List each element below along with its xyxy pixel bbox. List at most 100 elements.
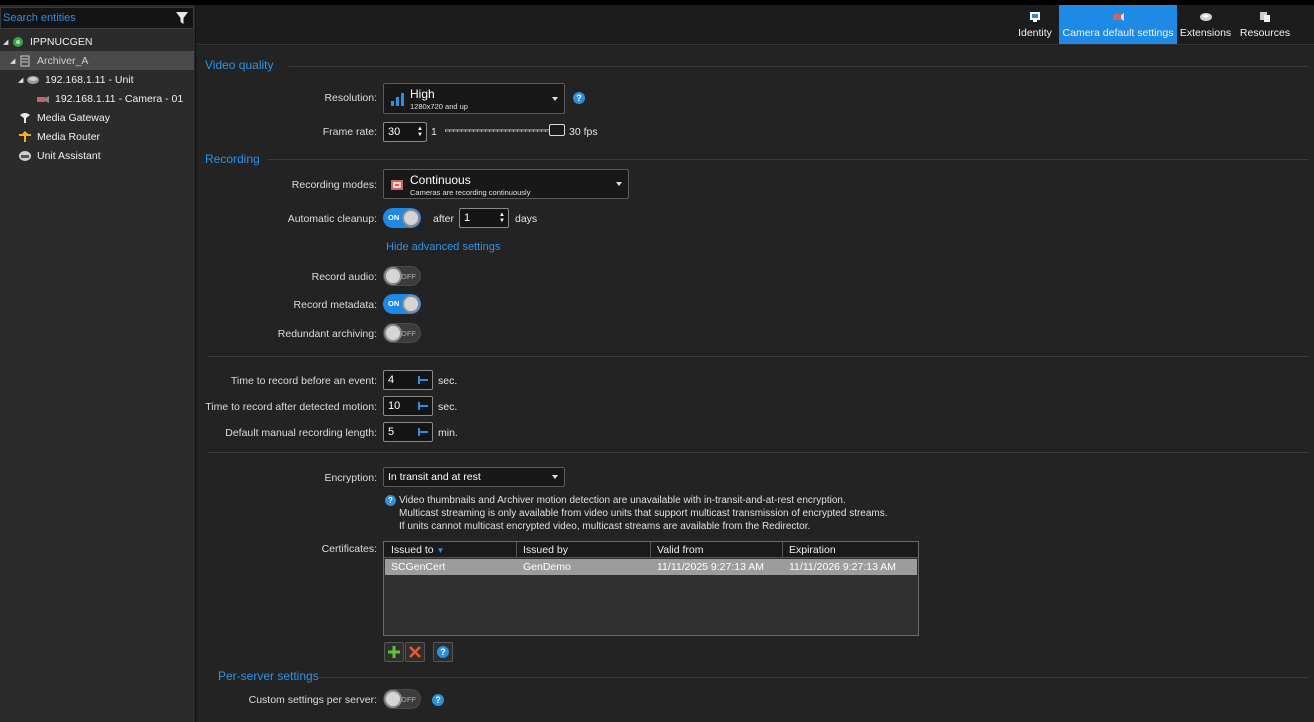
- recording-modes-dropdown[interactable]: Continuous Cameras are recording continu…: [383, 169, 629, 199]
- pre-event-spinbox[interactable]: 4: [383, 370, 433, 390]
- column-header-issued-by[interactable]: Issued by: [523, 544, 568, 556]
- info-line: Video thumbnails and Archiver motion det…: [399, 495, 846, 506]
- framerate-min-label: 1: [431, 126, 437, 138]
- manual-length-spinbox[interactable]: 5: [383, 422, 433, 442]
- filter-icon[interactable]: [175, 10, 189, 26]
- custom-settings-label: Custom settings per server:: [248, 694, 377, 706]
- entity-tree-panel: ◢ IPPNUCGEN ◢ Archiver_A ◢ 192.168.1.11 …: [0, 5, 196, 722]
- tab-camera-default-settings[interactable]: Camera default settings: [1059, 5, 1177, 44]
- add-certificate-button[interactable]: [384, 642, 404, 662]
- manual-length-unit: min.: [438, 427, 458, 439]
- post-motion-label: Time to record after detected motion:: [205, 401, 377, 413]
- spin-arrows-icon[interactable]: ▲ ▼: [417, 126, 423, 138]
- info-line: If units cannot multicast encrypted vide…: [399, 521, 811, 532]
- toggle-knob: [384, 324, 402, 342]
- pre-event-unit: sec.: [438, 375, 458, 387]
- chevron-down-icon: [616, 182, 622, 186]
- section-divider: [207, 452, 1309, 453]
- settings-panel: Video quality Resolution: High 1280x720 …: [197, 46, 1314, 722]
- camera-settings-icon: [1113, 13, 1124, 21]
- tree-item-label: Archiver_A: [37, 54, 89, 67]
- column-divider[interactable]: [516, 542, 517, 558]
- search-entities-input[interactable]: [3, 9, 171, 27]
- tree-item-label: Media Router: [37, 130, 101, 143]
- collapse-arrow-icon[interactable]: ◢: [3, 38, 11, 46]
- toggle-state: ON: [388, 299, 400, 308]
- collapse-arrow-icon[interactable]: ◢: [10, 57, 18, 65]
- resolution-dropdown[interactable]: High 1280x720 and up: [383, 83, 565, 114]
- hide-advanced-settings-link[interactable]: Hide advanced settings: [386, 241, 500, 253]
- section-divider: [207, 356, 1309, 357]
- tree-item-label: 192.168.1.11 - Camera - 01: [55, 92, 184, 105]
- cleanup-days-unit: days: [515, 213, 538, 225]
- certificate-help-button[interactable]: ?: [433, 642, 453, 662]
- automatic-cleanup-label: Automatic cleanup:: [287, 213, 377, 225]
- manual-length-label: Default manual recording length:: [225, 427, 377, 439]
- record-audio-toggle[interactable]: OFF: [383, 266, 421, 286]
- delete-x-icon: [409, 646, 421, 658]
- record-metadata-toggle[interactable]: ON: [383, 294, 421, 314]
- toggle-state: OFF: [401, 695, 416, 704]
- remove-certificate-button[interactable]: [405, 642, 425, 662]
- framerate-spinbox[interactable]: 30 ▲ ▼: [383, 122, 427, 142]
- pre-event-value: 4: [388, 374, 395, 386]
- plus-icon: [388, 646, 400, 658]
- slider-icon[interactable]: [418, 376, 428, 384]
- config-tabs-toolbar: Identity Camera default settings Extensi…: [197, 5, 1314, 45]
- slider-icon[interactable]: [418, 402, 428, 410]
- chevron-down-icon: [552, 475, 558, 479]
- toggle-knob: [402, 295, 420, 313]
- resolution-help-icon[interactable]: ?: [573, 92, 585, 104]
- recording-modes-label: Recording modes:: [291, 179, 377, 191]
- media-router-icon: [19, 130, 31, 142]
- section-title-per-server: Per-server settings: [218, 669, 319, 683]
- tab-extensions[interactable]: Extensions: [1178, 5, 1233, 44]
- cleanup-after-label: after: [433, 213, 455, 225]
- tree-item-camera[interactable]: 192.168.1.11 - Camera - 01: [0, 89, 194, 108]
- cleanup-days-spinbox[interactable]: 1 ▲ ▼: [459, 208, 509, 228]
- section-title-recording: Recording: [205, 152, 260, 166]
- custom-settings-toggle[interactable]: OFF: [383, 689, 421, 709]
- tab-resources[interactable]: Resources: [1235, 5, 1295, 44]
- recording-mode-value: Continuous: [410, 173, 471, 187]
- collapse-arrow-icon[interactable]: ◢: [18, 76, 26, 84]
- recording-mode-subtext: Cameras are recording continuously: [410, 188, 531, 197]
- post-motion-spinbox[interactable]: 10: [383, 396, 433, 416]
- column-divider[interactable]: [650, 542, 651, 558]
- redundant-archiving-toggle[interactable]: OFF: [383, 323, 421, 343]
- tree-item-ippnucgen[interactable]: ◢ IPPNUCGEN: [0, 32, 194, 51]
- column-header-expiration[interactable]: Expiration: [789, 544, 836, 556]
- tree-item-label: Unit Assistant: [37, 149, 101, 162]
- per-server-help-icon[interactable]: ?: [432, 694, 444, 706]
- encryption-label: Encryption:: [324, 472, 377, 484]
- column-header-valid-from[interactable]: Valid from: [657, 544, 704, 556]
- camera-icon: [37, 95, 49, 103]
- column-divider[interactable]: [782, 542, 783, 558]
- toggle-knob: [402, 209, 420, 227]
- tree-item-unit[interactable]: ◢ 192.168.1.11 - Unit: [0, 70, 194, 89]
- video-unit-icon: [27, 75, 39, 84]
- tree-item-archiver[interactable]: ◢ Archiver_A: [0, 51, 194, 70]
- cell-issued-by: GenDemo: [523, 561, 571, 573]
- spin-arrows-icon[interactable]: ▲ ▼: [499, 212, 505, 224]
- tree-item-label: Media Gateway: [37, 111, 110, 124]
- manual-length-value: 5: [388, 426, 395, 438]
- slider-icon[interactable]: [418, 428, 428, 436]
- encryption-value: In transit and at rest: [388, 471, 481, 483]
- encryption-dropdown[interactable]: In transit and at rest: [383, 467, 565, 487]
- table-row[interactable]: SCGenCert GenDemo 11/11/2025 9:27:13 AM …: [385, 559, 917, 575]
- tree-item-unit-assistant[interactable]: Unit Assistant: [0, 146, 194, 165]
- tree-item-media-router[interactable]: Media Router: [0, 127, 194, 146]
- server-icon: [13, 36, 23, 47]
- tab-label: Camera default settings: [1062, 27, 1174, 39]
- tree-item-media-gateway[interactable]: Media Gateway: [0, 108, 194, 127]
- framerate-slider-thumb[interactable]: [549, 124, 565, 136]
- toggle-knob: [384, 267, 402, 285]
- column-header-issued-to[interactable]: Issued to ▼: [391, 544, 444, 556]
- framerate-slider-ticks: [445, 130, 553, 132]
- automatic-cleanup-toggle[interactable]: ON: [383, 208, 421, 228]
- unit-assistant-icon: [19, 150, 31, 161]
- tab-identity[interactable]: Identity: [1012, 5, 1058, 44]
- cell-valid-from: 11/11/2025 9:27:13 AM: [657, 561, 765, 573]
- toggle-state: OFF: [401, 272, 416, 281]
